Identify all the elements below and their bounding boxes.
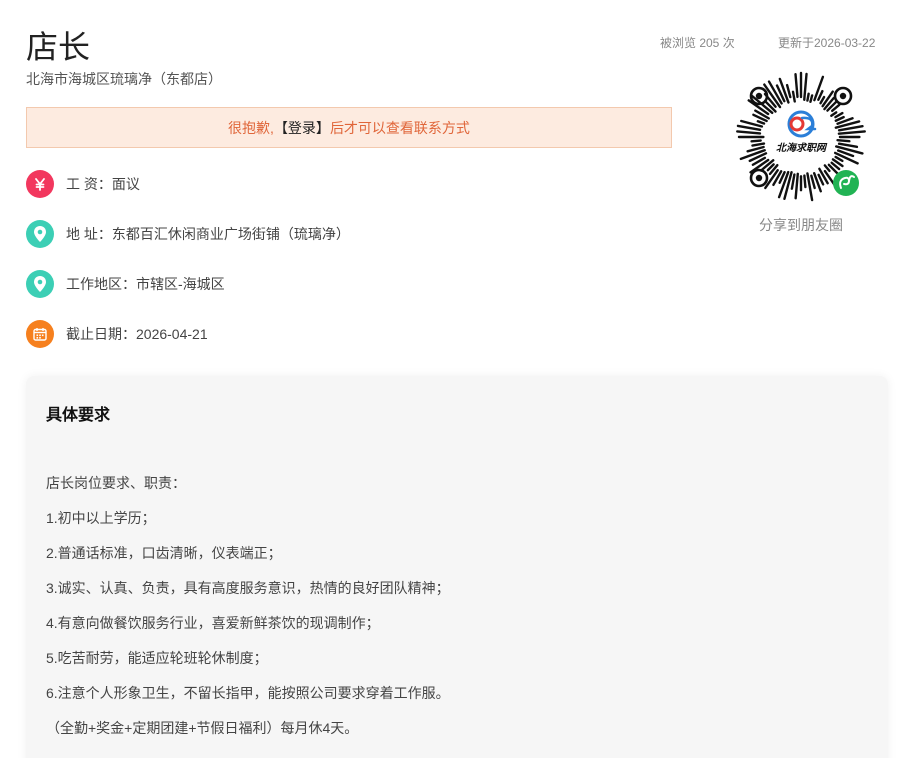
salary-text: 工 资：面议 — [66, 176, 140, 192]
requirement-line: 6.注意个人形象卫生，不留长指甲，能按照公司要求穿着工作服。 — [46, 685, 450, 701]
address-text: 地 址：东都百汇休闲商业广场街铺（琉璃净） — [66, 226, 350, 242]
job-title: 店长 — [26, 29, 91, 65]
view-count: 被浏览 205 次 — [660, 36, 735, 50]
requirements-card: 具体要求 店长岗位要求、职责： 1.初中以上学历； 2.普通话标准，口齿清晰，仪… — [26, 376, 888, 758]
work-area-text: 工作地区：市辖区-海城区 — [66, 276, 225, 292]
requirement-line: 店长岗位要求、职责： — [46, 475, 186, 491]
requirement-line: 3.诚实、认真、负责，具有高度服务意识，热情的良好团队精神； — [46, 580, 450, 596]
requirement-line: 1.初中以上学历； — [46, 510, 156, 526]
deadline-text: 截止日期：2026-04-21 — [66, 326, 208, 342]
login-notice: 很抱歉, 【登录】 后才可以查看联系方式 — [26, 107, 672, 148]
company-name[interactable]: 北海市海城区琉璃净（东都店） — [26, 69, 222, 89]
requirements-title: 具体要求 — [46, 407, 111, 424]
qr-caption: 分享到朋友圈 — [759, 217, 843, 233]
address-row: 地 址：东都百汇休闲商业广场街铺（琉璃净） — [26, 220, 350, 248]
location-pin-icon — [26, 270, 54, 298]
requirement-line: （全勤+奖金+定期团建+节假日福利）每月休4天。 — [46, 720, 359, 736]
qr-code[interactable]: 北海求职网 — [728, 62, 874, 212]
login-notice-suffix: 后才可以查看联系方式 — [329, 119, 470, 136]
yen-icon — [26, 170, 54, 198]
calendar-icon — [26, 320, 54, 348]
work-area-row: 工作地区：市辖区-海城区 — [26, 270, 225, 298]
job-detail-page: 店长 北海市海城区琉璃净（东都店） 被浏览 205 次 更新于2026-03-2… — [0, 0, 908, 758]
login-notice-prefix: 很抱歉, — [228, 119, 274, 136]
requirement-line: 5.吃苦耐劳，能适应轮班轮休制度； — [46, 650, 268, 666]
updated-date: 更新于2026-03-22 — [778, 36, 876, 50]
qr-logo-text: 北海求职网 — [776, 142, 828, 154]
deadline-row: 截止日期：2026-04-21 — [26, 320, 208, 348]
requirement-line: 4.有意向做餐饮服务行业，喜爱新鲜茶饮的现调制作； — [46, 615, 380, 631]
salary-row: 工 资：面议 — [26, 170, 140, 198]
login-link[interactable]: 【登录】 — [274, 118, 330, 138]
requirement-line: 2.普通话标准，口齿清晰，仪表端正； — [46, 545, 282, 561]
location-pin-icon — [26, 220, 54, 248]
